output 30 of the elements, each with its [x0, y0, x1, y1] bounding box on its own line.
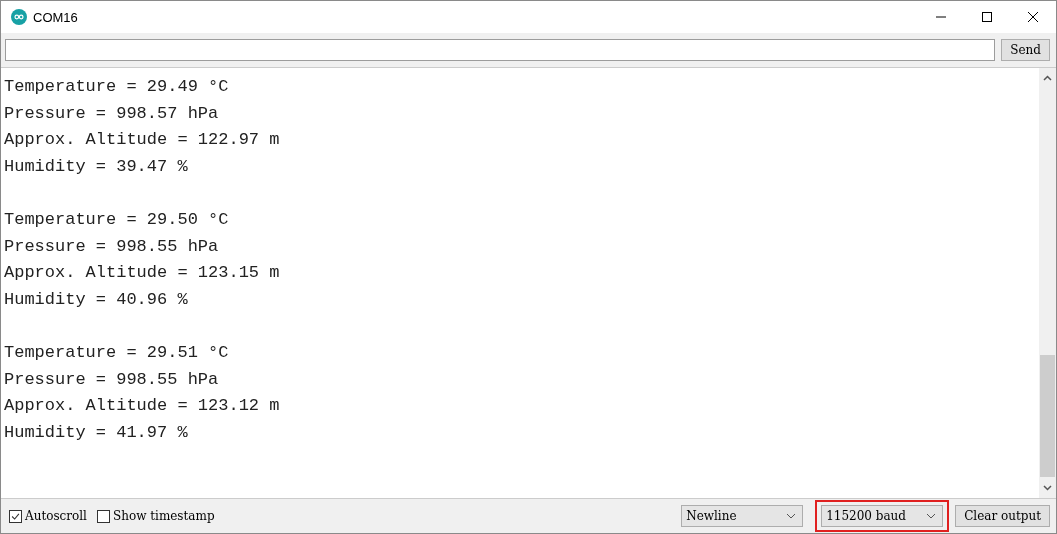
output-line: Humidity = 40.96 %	[4, 288, 189, 311]
dropdown[interactable]: Newline	[681, 505, 804, 527]
window-title: COM16	[33, 9, 79, 25]
checkbox[interactable]	[9, 509, 22, 523]
dropdown[interactable]: 115200 baud	[821, 505, 944, 527]
caret-icon	[786, 513, 797, 519]
input-field[interactable]	[5, 39, 996, 61]
output-line: Humidity = 41.97 %	[4, 421, 189, 444]
output-line: Temperature = 29.50 °C	[4, 208, 230, 231]
scrollbar[interactable]	[1039, 68, 1056, 498]
send-button[interactable]: Send	[1001, 39, 1050, 61]
output-line: Approx. Altitude = 122.97 m	[4, 129, 281, 152]
output-line: Temperature = 29.49 °C	[4, 76, 230, 98]
output-line: Pressure = 998.57 hPa	[4, 102, 220, 125]
clear-output-button[interactable]: Clear output	[955, 505, 1050, 527]
scroll-up-icon[interactable]	[1043, 74, 1052, 83]
output-line: Approx. Altitude = 123.15 m	[4, 262, 281, 285]
output-line: Pressure = 998.55 hPa	[4, 235, 220, 258]
scroll-down-icon[interactable]	[1043, 483, 1052, 492]
caret-icon	[926, 513, 937, 519]
checkbox-label[interactable]: Show timestamp	[112, 509, 215, 523]
output-line: Temperature = 29.51 °C	[4, 341, 230, 364]
close-icon[interactable]	[1027, 11, 1039, 23]
infinity-logo-icon	[11, 9, 27, 25]
output-line: Pressure = 998.55 hPa	[4, 368, 220, 391]
maximize-icon[interactable]	[981, 11, 993, 23]
output-line: Approx. Altitude = 123.12 m	[4, 395, 281, 418]
checkbox[interactable]	[96, 509, 110, 523]
output-line: Humidity = 39.47 %	[4, 155, 189, 178]
checkbox-label[interactable]: Autoscroll	[25, 509, 87, 523]
